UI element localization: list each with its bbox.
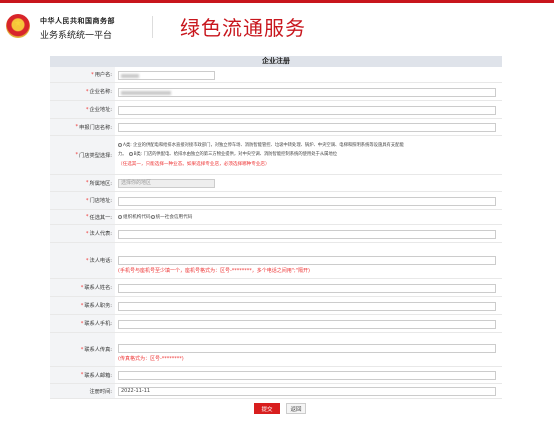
company-name-input[interactable] — [118, 88, 496, 97]
fax-format-hint: (传真格式为：区号-********) — [118, 356, 184, 362]
contact-email-input[interactable] — [118, 371, 496, 380]
row-store-name: * 申报门店名称: — [50, 119, 502, 136]
label-contact-name: 联系人姓名: — [84, 285, 112, 291]
store-address-input[interactable] — [118, 197, 496, 206]
org-name: 中华人民共和国商务部 — [40, 17, 115, 25]
row-store-address: * 门店地址: — [50, 192, 502, 210]
legal-phone-input[interactable] — [118, 256, 496, 265]
label-region: 所属地区: — [89, 180, 113, 187]
label-store-address: 门店地址: — [89, 198, 113, 204]
label-contact-title: 联系人职务: — [84, 303, 112, 309]
username-input[interactable] — [118, 71, 215, 80]
org-code-option[interactable]: 组织机构代码 — [118, 214, 151, 220]
row-username: * 用户名: — [50, 67, 502, 83]
row-contact-fax: * 联系人传真: (传真格式为：区号-********) — [50, 333, 502, 367]
row-store-type: * 门店类型选择: A类: 企业的供配电和给排水直接对接市政部门，对独立停车场、消… — [50, 136, 502, 175]
row-company-name: * 企业名称: — [50, 83, 502, 101]
row-contact-email: * 联系人邮箱: — [50, 367, 502, 384]
row-company-address: * 企业地址: — [50, 101, 502, 119]
radio-org-code-icon[interactable] — [118, 214, 122, 219]
national-emblem-icon: ★ — [6, 14, 30, 38]
region-select[interactable]: 选择你的地区 — [118, 179, 215, 188]
contact-name-input[interactable] — [118, 284, 496, 293]
header-divider — [152, 16, 153, 38]
legal-rep-input[interactable] — [118, 230, 496, 239]
contact-title-input[interactable] — [118, 302, 496, 311]
service-title: 绿色流通服务 — [180, 16, 306, 40]
label-store-type: 门店类型选择: — [79, 152, 112, 159]
radio-b-icon[interactable] — [128, 151, 133, 156]
label-choose-one: 任选其一: — [89, 214, 113, 221]
store-type-option-b[interactable]: B类: 门店的供配电、给排水由独立的第三方物业提供，对中央空调、消防智能控制系统… — [128, 151, 337, 157]
label-legal-phone: 法人电话: — [89, 258, 113, 264]
phone-format-hint: (手机号与座机号至少填一个，座机号格式为：区号-********，多个电话之间用… — [118, 268, 310, 274]
store-type-option-a[interactable]: A类: 企业的供配电和给排水直接对接市政部门，对独立停车场、消防智能管控、垃圾中… — [118, 142, 502, 148]
contact-mobile-input[interactable] — [118, 320, 496, 329]
credit-code-option[interactable]: 统一社会信用代码 — [150, 214, 192, 220]
row-reg-time: 注册时间: 2022-11-11 — [50, 384, 502, 399]
row-region: * 所属地区: 选择你的地区 — [50, 175, 502, 192]
contact-fax-input[interactable] — [118, 344, 496, 353]
store-type-note: （任选其一，只能选择一种业态。如果选择专业店，必须选择哪种专业店） — [118, 162, 270, 167]
label-reg-time: 注册时间: — [89, 388, 113, 395]
platform-name: 业务系统统一平台 — [40, 31, 113, 41]
label-legal-rep: 法人代表: — [89, 231, 113, 237]
reg-time-input[interactable]: 2022-11-11 — [118, 387, 496, 396]
header-accent-line — [0, 0, 554, 3]
company-address-input[interactable] — [118, 106, 496, 115]
row-legal-rep: * 法人代表: — [50, 225, 502, 243]
label-contact-fax: 联系人传真: — [84, 347, 112, 353]
store-name-input[interactable] — [118, 123, 496, 132]
label-company-name: 企业名称: — [89, 89, 113, 95]
submit-button[interactable]: 提交 — [254, 403, 280, 414]
label-store-name: 申报门店名称: — [79, 124, 112, 131]
label-contact-mobile: 联系人手机: — [84, 321, 112, 327]
radio-credit-code-icon[interactable] — [150, 214, 155, 219]
label-company-address: 企业地址: — [89, 107, 113, 113]
row-contact-mobile: * 联系人手机: — [50, 315, 502, 333]
label-username: 用户名: — [94, 72, 112, 78]
label-contact-email: 联系人邮箱: — [84, 372, 112, 379]
back-button[interactable]: 返回 — [286, 403, 306, 414]
row-contact-title: * 联系人职务: — [50, 297, 502, 315]
top-header: ★ 中华人民共和国商务部 业务系统统一平台 绿色流通服务 — [0, 0, 554, 44]
row-code-choice: * 任选其一: 组织机构代码 统一社会信用代码 — [50, 210, 502, 225]
form-actions: 提交 返回 — [0, 403, 554, 415]
row-contact-name: * 联系人姓名: — [50, 279, 502, 297]
form-title: 企业注册 — [50, 56, 502, 67]
store-type-option-a-cont: 力。 — [118, 152, 127, 157]
radio-a-icon[interactable] — [118, 142, 122, 147]
row-legal-phone: * 法人电话: (手机号与座机号至少填一个，座机号格式为：区号-********，… — [50, 243, 502, 279]
